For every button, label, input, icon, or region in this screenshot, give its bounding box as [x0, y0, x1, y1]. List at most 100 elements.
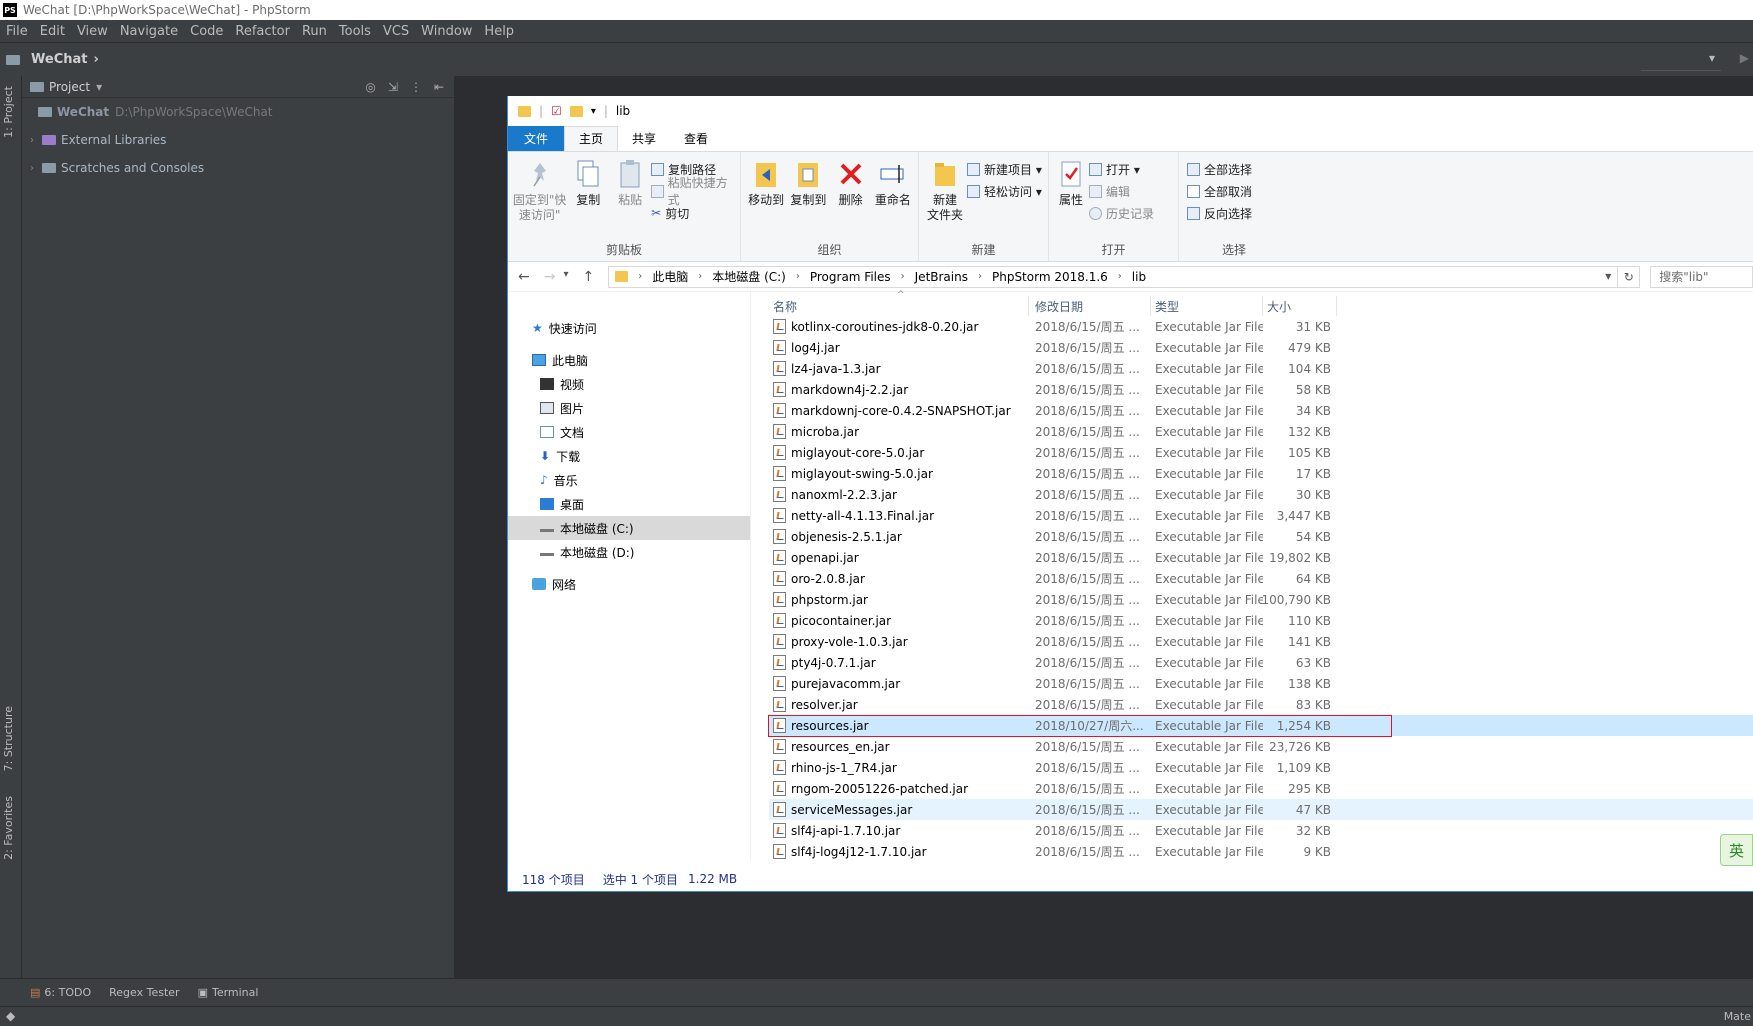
- tree-item-scratches[interactable]: › Scratches and Consoles: [22, 154, 454, 182]
- new-folder-quick-icon[interactable]: [569, 105, 583, 117]
- tree-item-external-libraries[interactable]: › External Libraries: [22, 126, 454, 154]
- cut-button[interactable]: ✂ 剪切: [651, 204, 736, 222]
- column-header-type[interactable]: 类型: [1151, 296, 1263, 316]
- file-row[interactable]: pty4j-0.7.1.jar 2018/6/15/周五 ... Executabl…: [769, 652, 1753, 673]
- file-row[interactable]: picocontainer.jar 2018/6/15/周五 ... Executa…: [769, 610, 1753, 631]
- nav-crumb-wechat[interactable]: WeChat ›: [6, 52, 99, 67]
- project-view-selector[interactable]: Project: [49, 80, 90, 94]
- file-row[interactable]: openapi.jar 2018/6/15/周五 ... Executable Ja…: [769, 547, 1753, 568]
- tab-file[interactable]: 文件: [508, 126, 565, 151]
- layers-icon[interactable]: ◆: [6, 1009, 15, 1023]
- file-row[interactable]: oro-2.0.8.jar 2018/6/15/周五 ... Executable …: [769, 568, 1753, 589]
- file-row[interactable]: miglayout-core-5.0.jar 2018/6/15/周五 ... Ex…: [769, 442, 1753, 463]
- forward-arrow-icon[interactable]: →: [544, 269, 556, 285]
- file-row[interactable]: rngom-20051226-patched.jar 2018/6/15/周五 .…: [769, 778, 1753, 799]
- file-row[interactable]: objenesis-2.5.1.jar 2018/6/15/周五 ... Execu…: [769, 526, 1753, 547]
- edit-button[interactable]: 编辑: [1089, 182, 1154, 200]
- file-row[interactable]: resolver.jar 2018/6/15/周五 ... Executable J…: [769, 694, 1753, 715]
- tab-favorites[interactable]: 2: Favorites: [2, 796, 15, 860]
- nav-music[interactable]: ♪ 音乐: [508, 468, 750, 492]
- menu-run[interactable]: Run: [296, 24, 333, 39]
- tab-project[interactable]: 1: Project: [2, 86, 15, 138]
- file-row[interactable]: lz4-java-1.3.jar 2018/6/15/周五 ... Executab…: [769, 358, 1753, 379]
- back-arrow-icon[interactable]: ←: [518, 269, 530, 285]
- run-icon[interactable]: ▶: [1740, 51, 1749, 65]
- nav-drive-d[interactable]: 本地磁盘 (D:): [508, 540, 750, 564]
- file-row[interactable]: resources_en.jar 2018/6/15/周五 ... Executab…: [769, 736, 1753, 757]
- nav-videos[interactable]: 视频: [508, 372, 750, 396]
- breadcrumb-lib[interactable]: lib: [1132, 270, 1146, 284]
- file-row[interactable]: kotlinx-coroutines-jdk8-0.20.jar 2018/6/1…: [769, 316, 1753, 337]
- run-config-dropdown[interactable]: [1641, 49, 1721, 71]
- menu-tools[interactable]: Tools: [333, 24, 377, 39]
- file-row[interactable]: markdownj-core-0.4.2-SNAPSHOT.jar 2018/6/…: [769, 400, 1753, 421]
- file-row[interactable]: markdown4j-2.2.jar 2018/6/15/周五 ... Execut…: [769, 379, 1753, 400]
- file-row[interactable]: proxy-vole-1.0.3.jar 2018/6/15/周五 ... Exec…: [769, 631, 1753, 652]
- chevron-right-icon[interactable]: ›: [978, 271, 982, 282]
- menu-help[interactable]: Help: [478, 24, 520, 39]
- tree-item-wechat[interactable]: WeChat D:\PhpWorkSpace\WeChat: [22, 98, 454, 126]
- file-row[interactable]: serviceMessages.jar 2018/6/15/周五 ... Execu…: [769, 799, 1753, 820]
- menu-edit[interactable]: Edit: [34, 24, 71, 39]
- menu-vcs[interactable]: VCS: [377, 24, 415, 39]
- select-none-button[interactable]: 全部取消: [1187, 182, 1252, 200]
- up-arrow-icon[interactable]: ↑: [583, 269, 595, 285]
- file-row[interactable]: purejavacomm.jar 2018/6/15/周五 ... Executab…: [769, 673, 1753, 694]
- column-header-size[interactable]: 大小: [1263, 296, 1337, 316]
- select-all-button[interactable]: 全部选择: [1187, 160, 1252, 178]
- file-row[interactable]: phpstorm.jar 2018/6/15/周五 ... Executable J…: [769, 589, 1753, 610]
- nav-drive-c[interactable]: 本地磁盘 (C:): [508, 516, 750, 540]
- locate-icon[interactable]: ◎: [365, 80, 375, 94]
- history-button[interactable]: 历史记录: [1089, 204, 1154, 222]
- new-item-button[interactable]: 新建项目 ▾: [967, 160, 1042, 178]
- nav-documents[interactable]: 文档: [508, 420, 750, 444]
- collapse-icon[interactable]: ⇲: [388, 80, 398, 94]
- chevron-down-icon[interactable]: ▾: [96, 80, 102, 94]
- menu-code[interactable]: Code: [184, 24, 229, 39]
- refresh-icon[interactable]: ↻: [1618, 265, 1641, 288]
- hide-icon[interactable]: ⇤: [434, 80, 444, 94]
- menu-file[interactable]: File: [0, 24, 34, 39]
- search-input[interactable]: 搜索"lib": [1650, 265, 1753, 288]
- menu-refactor[interactable]: Refactor: [229, 24, 296, 39]
- recent-dropdown-icon[interactable]: ▾: [563, 269, 568, 285]
- paste-shortcut-button[interactable]: 粘贴快捷方式: [651, 176, 736, 207]
- file-row[interactable]: miglayout-swing-5.0.jar 2018/6/15/周五 ... E…: [769, 463, 1753, 484]
- chevron-right-icon[interactable]: ›: [30, 135, 42, 146]
- chevron-right-icon[interactable]: ›: [901, 271, 905, 282]
- chevron-right-icon[interactable]: ›: [638, 271, 642, 282]
- menu-navigate[interactable]: Navigate: [114, 24, 184, 39]
- chevron-right-icon[interactable]: ›: [796, 271, 800, 282]
- nav-downloads[interactable]: ⬇ 下载: [508, 444, 750, 468]
- chevron-right-icon[interactable]: ›: [30, 163, 42, 174]
- chevron-right-icon[interactable]: ›: [698, 271, 702, 282]
- file-row[interactable]: slf4j-log4j12-1.7.10.jar 2018/6/15/周五 ...…: [769, 841, 1753, 862]
- tab-view[interactable]: 查看: [670, 126, 722, 151]
- breadcrumb-jetbrains[interactable]: JetBrains: [915, 270, 968, 284]
- nav-this-pc[interactable]: 此电脑: [508, 348, 750, 372]
- column-header-date[interactable]: 修改日期: [1029, 296, 1151, 316]
- tab-todo[interactable]: ▤ 6: TODO: [30, 986, 91, 999]
- breadcrumb-this-pc[interactable]: 此电脑: [652, 268, 688, 285]
- address-dropdown-icon[interactable]: ▾: [1605, 269, 1611, 283]
- menu-view[interactable]: View: [71, 24, 114, 39]
- nav-quick-access[interactable]: ★ 快速访问: [508, 316, 750, 340]
- open-button[interactable]: 打开 ▾: [1089, 160, 1154, 178]
- nav-network[interactable]: 网络: [508, 572, 750, 596]
- file-row[interactable]: rhino-js-1_7R4.jar 2018/6/15/周五 ... Execut…: [769, 757, 1753, 778]
- settings-icon[interactable]: ⋮: [410, 80, 422, 94]
- file-row[interactable]: log4j.jar 2018/6/15/周五 ... Executable Jar …: [769, 337, 1753, 358]
- nav-desktop[interactable]: 桌面: [508, 492, 750, 516]
- easy-access-button[interactable]: 轻松访问 ▾: [967, 182, 1042, 200]
- ime-indicator[interactable]: 英: [1720, 834, 1753, 866]
- address-bar[interactable]: › 此电脑 › 本地磁盘 (C:) › Program Files › JetB…: [608, 265, 1619, 288]
- file-row[interactable]: netty-all-4.1.13.Final.jar 2018/6/15/周五 .…: [769, 505, 1753, 526]
- menu-window[interactable]: Window: [415, 24, 478, 39]
- file-row[interactable]: nanoxml-2.2.3.jar 2018/6/15/周五 ... Executa…: [769, 484, 1753, 505]
- tab-share[interactable]: 共享: [618, 126, 670, 151]
- quick-access-dropdown-icon[interactable]: ▾: [591, 106, 596, 117]
- breadcrumb-drive-c[interactable]: 本地磁盘 (C:): [712, 268, 786, 285]
- nav-pictures[interactable]: 图片: [508, 396, 750, 420]
- file-row[interactable]: resources.jar 2018/10/27/周六... Executable …: [768, 715, 1753, 737]
- tab-structure[interactable]: 7: Structure: [2, 706, 15, 771]
